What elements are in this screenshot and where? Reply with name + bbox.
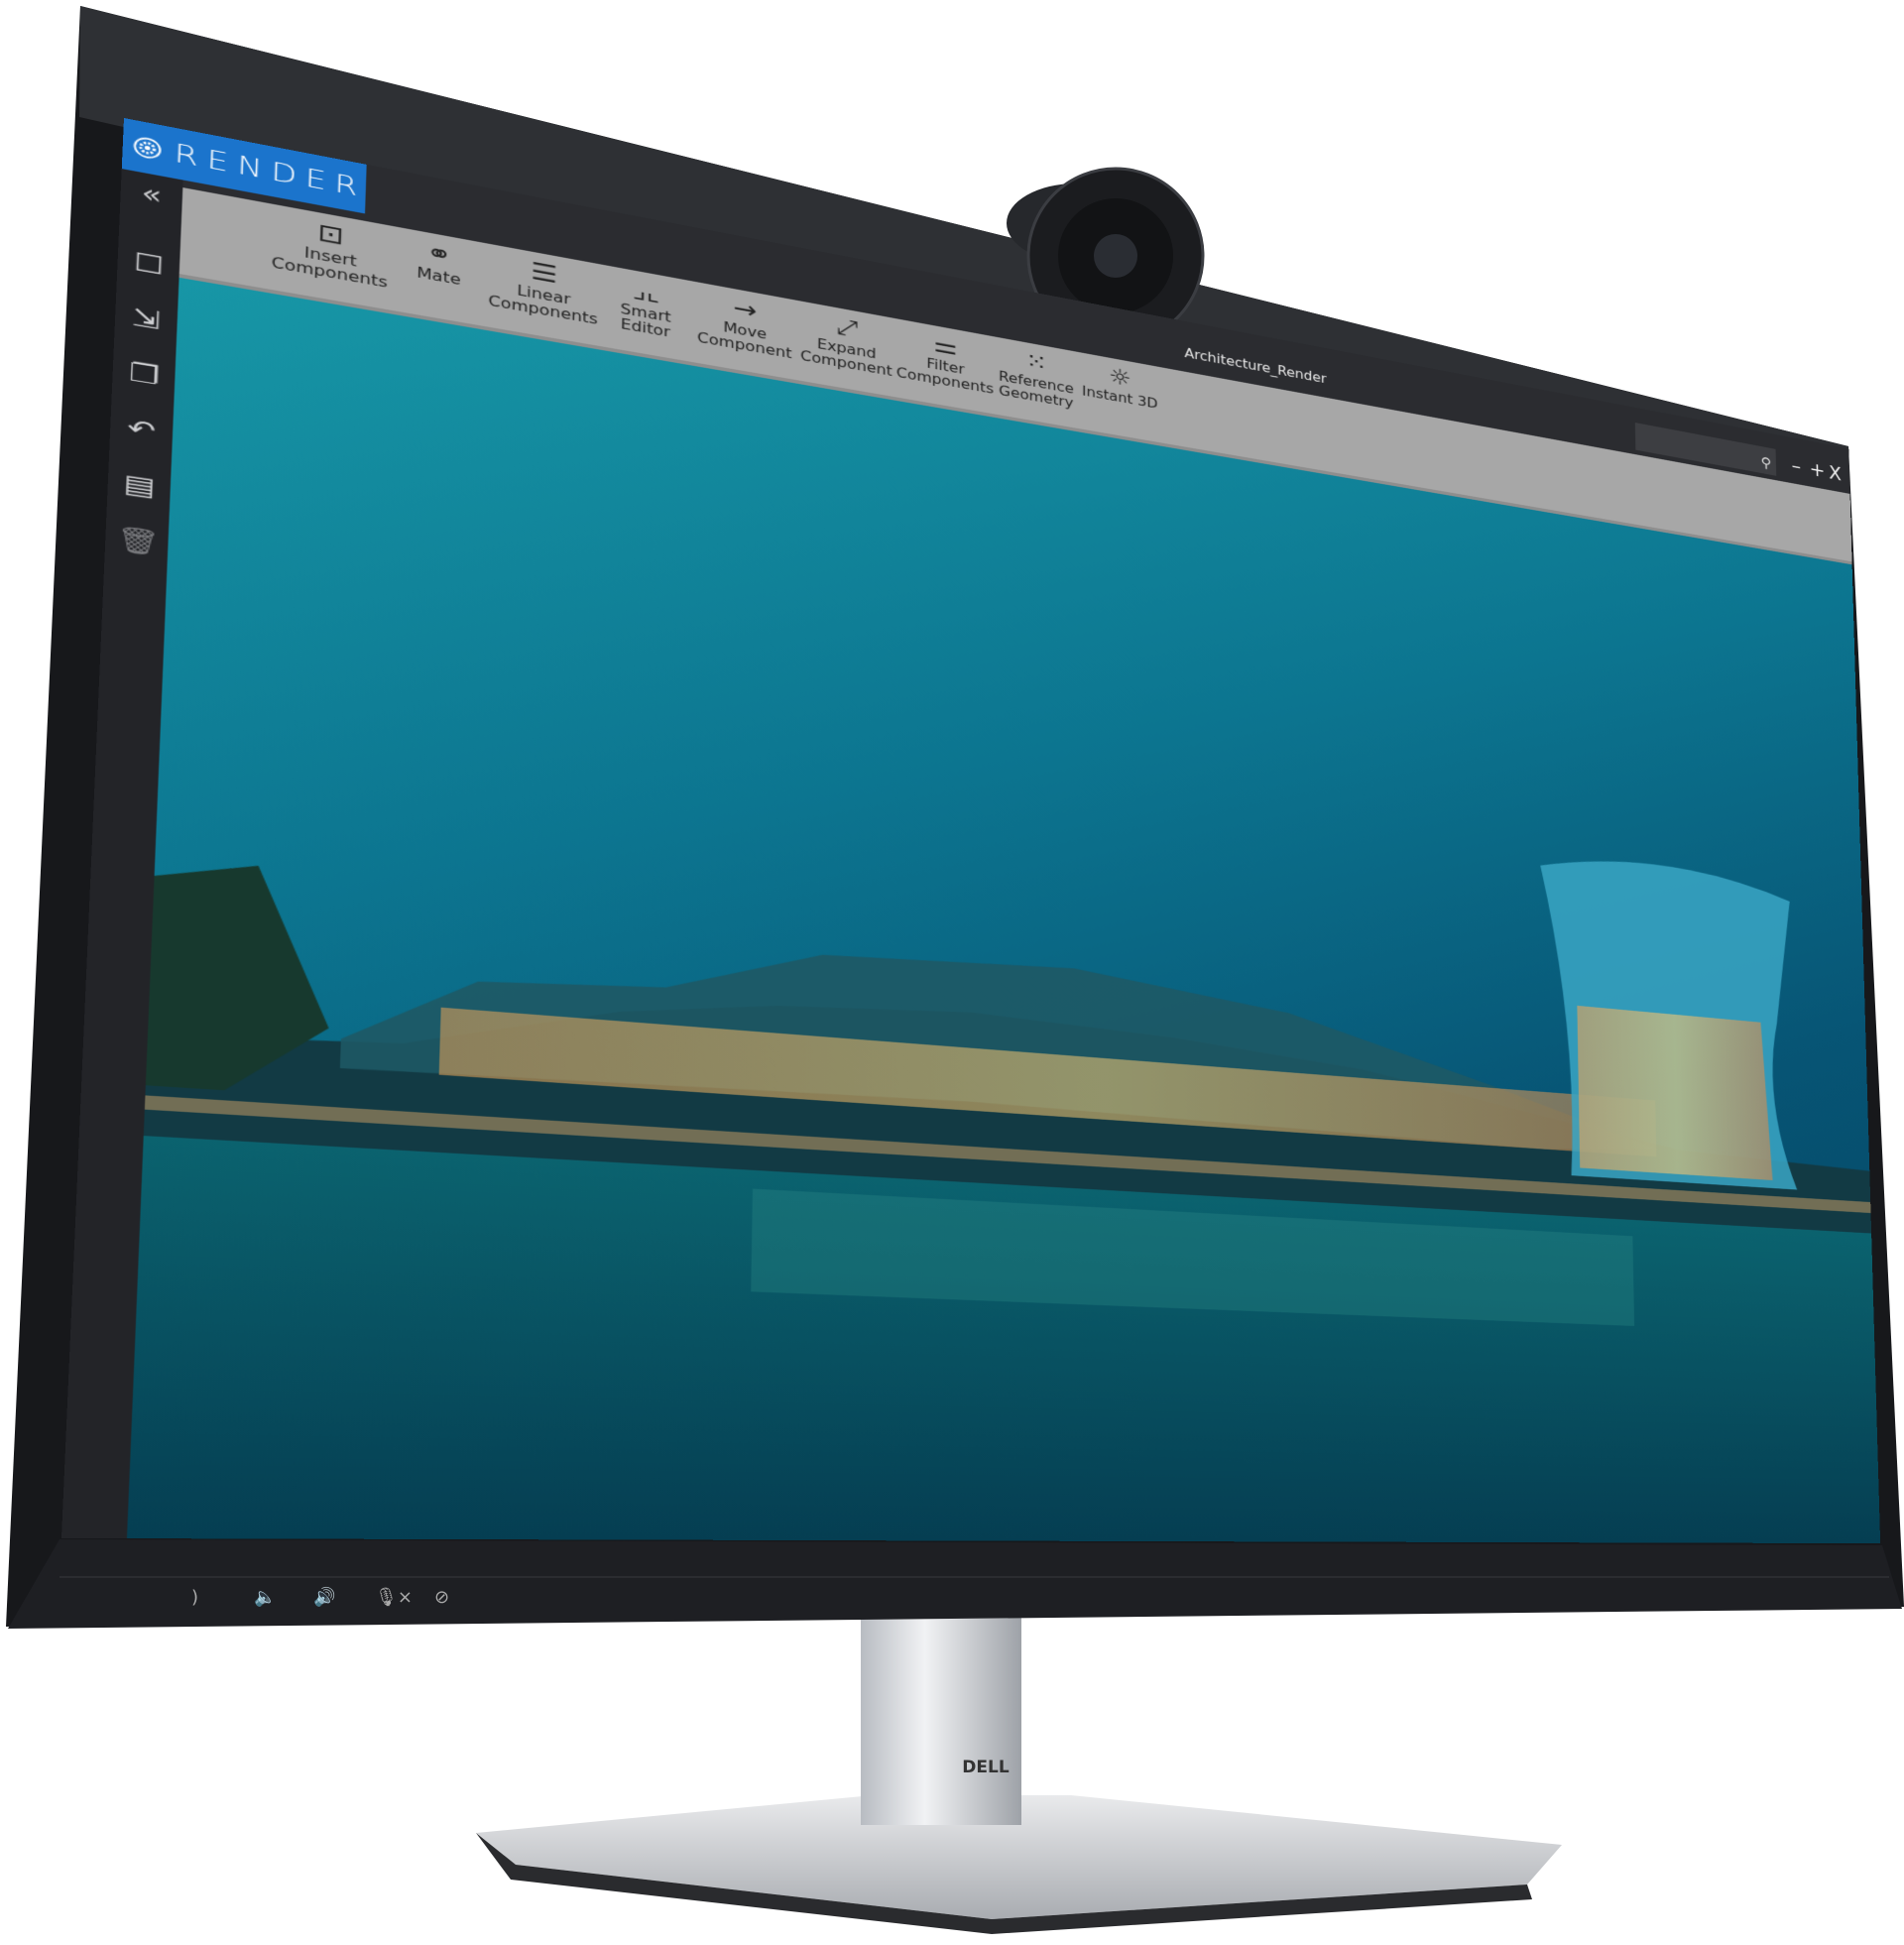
smart-editor-button[interactable]: ⌟⌞ Smart Editor bbox=[589, 268, 702, 346]
linear-components-button[interactable]: ☰ Linear Components bbox=[485, 249, 602, 328]
volume-up-icon[interactable]: 🔊 bbox=[313, 1587, 335, 1608]
filter-components-button[interactable]: ⚌ Filter Components bbox=[893, 323, 997, 398]
collapse-sidebar-icon[interactable]: « bbox=[131, 177, 174, 214]
phone-icon[interactable]: ) bbox=[191, 1587, 198, 1608]
layers-icon[interactable]: ❐ bbox=[123, 356, 166, 393]
square-select-icon[interactable]: ☐ bbox=[127, 246, 170, 284]
undo-icon[interactable]: ↶ bbox=[120, 412, 163, 448]
camera-off-icon[interactable]: ⊘ bbox=[434, 1587, 449, 1608]
stand-neck bbox=[861, 1607, 1021, 1825]
move-component-button[interactable]: → Move Component bbox=[690, 287, 800, 363]
dell-logo: DELL bbox=[962, 1758, 1010, 1777]
maximize-button[interactable]: + bbox=[1809, 458, 1825, 482]
volume-down-icon[interactable]: 🔈 bbox=[254, 1587, 276, 1608]
search-icon[interactable]: ⚲ bbox=[1760, 454, 1771, 472]
close-button[interactable]: X bbox=[1829, 462, 1842, 485]
gear-icon bbox=[133, 138, 163, 159]
chin bbox=[8, 1539, 1902, 1629]
mic-mute-icon[interactable]: 🎙× bbox=[375, 1587, 413, 1608]
import-icon[interactable]: ⇲ bbox=[125, 301, 168, 337]
document-icon[interactable]: ▤ bbox=[118, 467, 161, 504]
trash-icon[interactable]: 🗑 bbox=[115, 524, 160, 560]
minimize-button[interactable]: – bbox=[1791, 455, 1801, 478]
tower-lights bbox=[1577, 1005, 1773, 1181]
expand-component-button[interactable]: ⤢ Expand Component bbox=[793, 305, 899, 381]
